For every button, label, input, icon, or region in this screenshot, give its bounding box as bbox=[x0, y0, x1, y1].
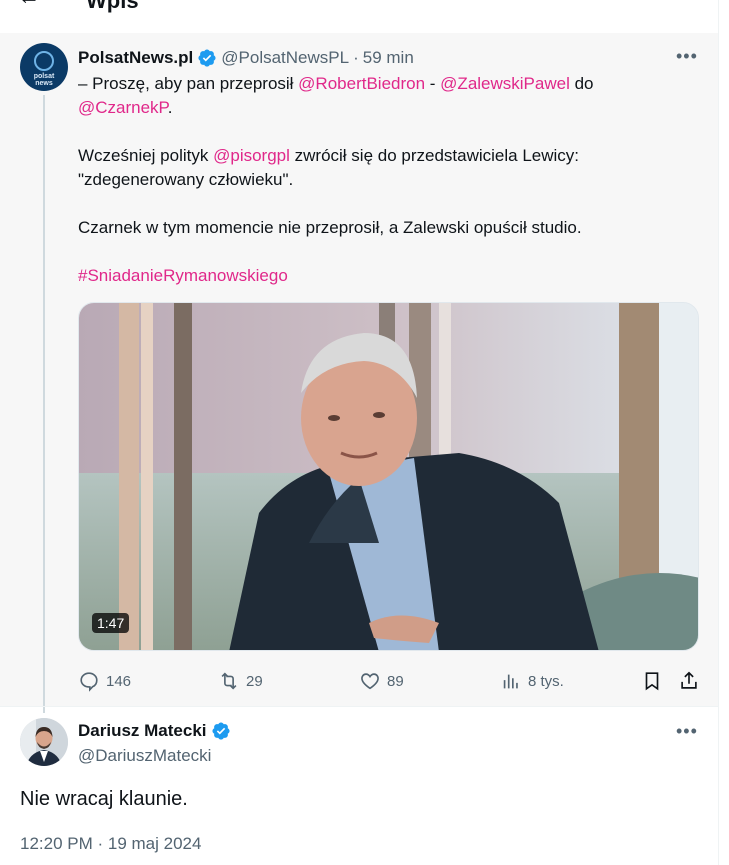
heart-icon bbox=[361, 673, 379, 690]
mention-link[interactable]: @RobertBiedron bbox=[298, 74, 425, 93]
share-icon bbox=[681, 671, 697, 689]
author-display-name[interactable]: Dariusz Matecki bbox=[78, 721, 207, 741]
column-border bbox=[718, 0, 719, 865]
more-options-icon[interactable]: ••• bbox=[676, 721, 698, 742]
bookmark-button[interactable] bbox=[641, 670, 669, 692]
tweet-body: – Proszę, aby pan przeprosił @RobertBied… bbox=[78, 72, 698, 288]
text-segment: . bbox=[167, 98, 173, 117]
avatar-logo-text-2: news bbox=[35, 80, 53, 87]
verified-badge-icon bbox=[198, 49, 216, 67]
dot-separator: · bbox=[353, 48, 359, 67]
author-display-name[interactable]: PolsatNews.pl bbox=[78, 48, 193, 68]
page-title: Wpis bbox=[86, 0, 139, 13]
text-segment: zwrócił się do przedstawiciela Lewicy: bbox=[289, 146, 580, 165]
views-count: 8 tys. bbox=[528, 672, 564, 690]
like-count: 89 bbox=[387, 672, 404, 690]
tweet-time[interactable]: 59 min bbox=[363, 48, 414, 68]
retweet-count: 29 bbox=[246, 672, 263, 690]
video-thumbnail bbox=[79, 303, 698, 650]
author-handle[interactable]: @DariuszMatecki bbox=[78, 746, 211, 766]
back-arrow-icon[interactable]: ← bbox=[18, 0, 40, 10]
avatar-photo bbox=[20, 718, 68, 766]
reply-author-row: Dariusz Matecki bbox=[78, 721, 235, 741]
views-chart-icon bbox=[503, 674, 518, 689]
tweet-author-row: PolsatNews.pl @PolsatNewsPL · 59 min bbox=[78, 48, 414, 68]
reply-button[interactable]: 146 bbox=[78, 670, 131, 692]
verified-badge-icon bbox=[211, 722, 230, 740]
retweet-button[interactable]: 29 bbox=[218, 670, 263, 692]
reply-count: 146 bbox=[106, 672, 132, 690]
avatar[interactable] bbox=[20, 718, 68, 766]
avatar[interactable]: polsat news bbox=[20, 43, 68, 91]
more-options-icon[interactable]: ••• bbox=[676, 46, 698, 67]
text-segment: - bbox=[425, 74, 441, 93]
retweet-icon bbox=[221, 672, 237, 690]
reply-body: Nie wracaj klaunie. bbox=[20, 788, 188, 810]
reply-icon bbox=[80, 672, 98, 692]
tweet-paragraph-1: – Proszę, aby pan przeprosił @RobertBied… bbox=[78, 72, 698, 120]
video-player[interactable] bbox=[78, 302, 699, 651]
text-segment: "zdegenerowany człowieku". bbox=[78, 170, 294, 189]
polsat-logo-icon bbox=[34, 51, 54, 71]
bookmark-icon bbox=[645, 672, 659, 691]
like-button[interactable]: 89 bbox=[359, 670, 404, 692]
reply-timestamp[interactable]: 12:20 PM · 19 maj 2024 bbox=[20, 834, 201, 854]
mention-link[interactable]: @pisorgpl bbox=[213, 146, 290, 165]
text-segment: Wcześniej polityk bbox=[78, 146, 214, 165]
video-duration-badge: 1:47 bbox=[92, 613, 130, 633]
tweet-paragraph-3: Czarnek w tym momencie nie przeprosił, a… bbox=[78, 218, 582, 237]
page-header: ← Wpis bbox=[0, 0, 718, 16]
hashtag-link[interactable]: #SniadanieRymanowskiego bbox=[78, 264, 698, 288]
views-button[interactable]: 8 tys. bbox=[500, 670, 564, 692]
text-segment: do bbox=[569, 74, 594, 93]
text-segment: – Proszę, aby pan przeprosił bbox=[78, 74, 299, 93]
author-handle[interactable]: @PolsatNewsPL bbox=[221, 48, 349, 68]
share-button[interactable] bbox=[678, 670, 706, 692]
tweet-paragraph-2: Wcześniej polityk @pisorgpl zwrócił się … bbox=[78, 144, 698, 192]
mention-link[interactable]: @CzarnekP bbox=[78, 98, 168, 117]
mention-link[interactable]: @ZalewskiPawel bbox=[440, 74, 570, 93]
thread-connector-line bbox=[43, 95, 45, 713]
divider bbox=[0, 706, 718, 707]
